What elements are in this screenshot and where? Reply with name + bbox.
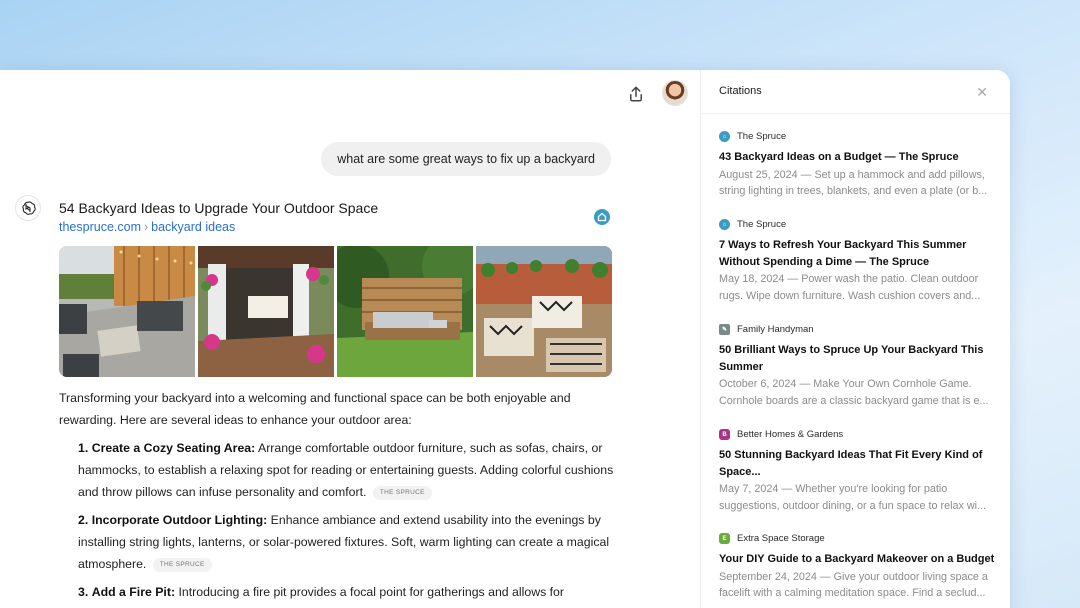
citation-title[interactable]: 43 Backyard Ideas on a Budget — The Spru… (719, 149, 995, 166)
share-button[interactable] (624, 82, 648, 106)
list-item-number: 2. (78, 513, 89, 527)
list-item-title: Incorporate Outdoor Lighting: (91, 513, 268, 527)
list-item-title: Create a Cozy Seating Area: (91, 441, 256, 455)
citation-pill[interactable]: THE SPRUCE (152, 557, 212, 572)
source-path[interactable]: backyard ideas (151, 220, 235, 234)
the-spruce-logo-icon (594, 209, 610, 225)
share-icon (630, 86, 642, 102)
citation-snippet: October 6, 2024 — Make Your Own Cornhole… (719, 378, 989, 407)
ideas-list: 1. Create a Cozy Seating Area: Arrange c… (59, 437, 619, 608)
list-item-number: 1. (78, 441, 89, 455)
chevron-right-icon: › (143, 220, 149, 234)
citation-source: Family Handyman (737, 324, 814, 335)
citation-snippet: September 24, 2024 — Give your outdoor l… (719, 570, 988, 600)
citation-title[interactable]: 50 Brilliant Ways to Spruce Up Your Back… (719, 342, 995, 375)
citations-panel: Citations ✕ ⌂ The Spruce 43 Backyard Idea… (700, 70, 1010, 608)
citation-snippet: May 18, 2024 — Power wash the patio. Cle… (719, 273, 981, 302)
source-breadcrumb[interactable]: thespruce.com › backyard ideas (59, 220, 235, 234)
citation-source: The Spruce (737, 219, 787, 230)
app-window: what are some great ways to fix up a bac… (0, 70, 1010, 608)
family-handyman-logo-icon: ✎ (719, 324, 730, 335)
citation-item[interactable]: ⌂ The Spruce 43 Backyard Ideas on a Budge… (719, 130, 995, 200)
citation-source: Better Homes & Gardens (737, 429, 844, 440)
gallery-image-patio-fire-table[interactable] (59, 246, 195, 377)
citations-header: Citations ✕ (701, 70, 1010, 114)
list-item-title: Add a Fire Pit: (91, 585, 176, 599)
list-item-number: 3. (78, 585, 89, 599)
gallery-image-pergola-deck[interactable] (198, 246, 334, 377)
source-domain[interactable]: thespruce.com (59, 220, 141, 234)
citation-item[interactable]: E Extra Space Storage Your DIY Guide to a… (719, 532, 995, 602)
the-spruce-logo-icon: ⌂ (719, 131, 730, 142)
gallery-image-lawn-platform[interactable] (337, 246, 473, 377)
image-gallery (59, 246, 612, 377)
gallery-image-pallet-lounge[interactable] (476, 246, 612, 377)
better-homes-gardens-logo-icon: B (719, 429, 730, 440)
user-avatar[interactable] (662, 80, 688, 106)
list-item: 1. Create a Cozy Seating Area: Arrange c… (77, 437, 619, 503)
citation-item[interactable]: ⌂ The Spruce 7 Ways to Refresh Your Backy… (719, 218, 995, 304)
citation-snippet: August 25, 2024 — Set up a hammock and a… (719, 168, 988, 198)
close-icon[interactable]: ✕ (976, 84, 988, 101)
assistant-logo-icon (15, 195, 41, 221)
answer-intro: Transforming your backyard into a welcom… (59, 391, 571, 427)
citation-source: The Spruce (737, 131, 787, 142)
citation-title[interactable]: Your DIY Guide to a Backyard Makeover on… (719, 551, 995, 568)
citation-title[interactable]: 50 Stunning Backyard Ideas That Fit Ever… (719, 447, 995, 480)
chat-pane: what are some great ways to fix up a bac… (0, 70, 700, 608)
citation-snippet: May 7, 2024 — Whether you're looking for… (719, 483, 987, 512)
citations-title: Citations (719, 85, 762, 97)
source-title[interactable]: 54 Backyard Ideas to Upgrade Your Outdoo… (59, 200, 378, 216)
the-spruce-logo-icon: ⌂ (719, 219, 730, 230)
extra-space-storage-logo-icon: E (719, 533, 730, 544)
citation-title[interactable]: 7 Ways to Refresh Your Backyard This Sum… (719, 237, 995, 270)
list-item: 3. Add a Fire Pit: Introducing a fire pi… (77, 581, 619, 608)
citation-item[interactable]: ✎ Family Handyman 50 Brilliant Ways to Sp… (719, 323, 995, 409)
citation-item[interactable]: B Better Homes & Gardens 50 Stunning Back… (719, 428, 995, 514)
citation-pill[interactable]: THE SPRUCE (372, 485, 432, 500)
list-item: 2. Incorporate Outdoor Lighting: Enhance… (77, 509, 619, 575)
assistant-answer: Transforming your backyard into a welcom… (59, 387, 619, 608)
citation-source: Extra Space Storage (737, 533, 825, 544)
user-message: what are some great ways to fix up a bac… (321, 142, 611, 176)
